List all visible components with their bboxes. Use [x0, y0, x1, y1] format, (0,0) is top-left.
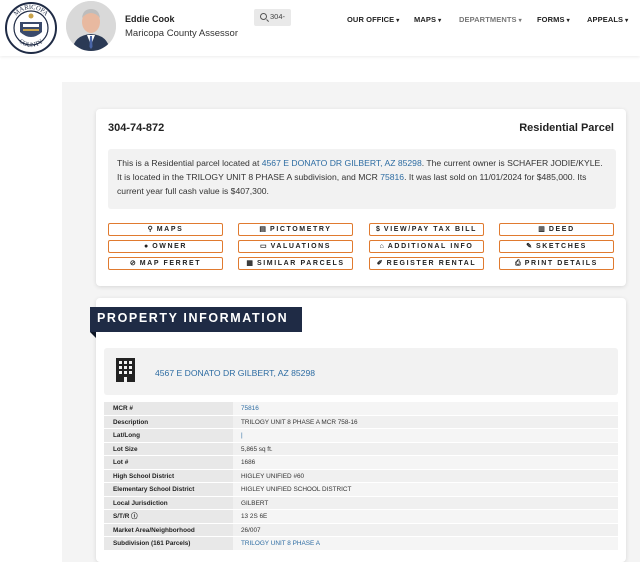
assessor-name: Eddie Cook — [125, 14, 175, 24]
valuations-button[interactable]: ▭ VALUATIONS — [238, 240, 353, 253]
table-row: High School District HIGLEY UNIFIED #60 — [104, 469, 618, 483]
parcel-number: 304-74-872 — [108, 122, 165, 134]
edit-icon: ✐ — [376, 260, 383, 267]
row-key: Local Jurisdiction — [104, 496, 233, 509]
nav-appeals[interactable]: APPEALS ▾ — [587, 15, 628, 24]
row-key: Lot Size — [104, 442, 233, 455]
additional-info-button[interactable]: ⌂ ADDITIONAL INFO — [369, 240, 484, 253]
map-ferret-button[interactable]: ⊘ MAP FERRET — [108, 257, 223, 270]
mcr-value-link[interactable]: 75816 — [233, 402, 618, 415]
document-icon: ▤ — [259, 226, 267, 233]
search-icon — [260, 13, 267, 20]
chevron-down-icon: ▾ — [566, 18, 570, 24]
property-address-box: 4567 E DONATO DR GILBERT, AZ 85298 — [104, 348, 618, 395]
parcel-description: This is a Residential parcel located at … — [108, 149, 616, 209]
row-key: Description — [104, 415, 233, 428]
print-icon: ⎙ — [515, 260, 521, 267]
property-information-heading: PROPERTY INFORMATION — [90, 307, 302, 332]
owner-button[interactable]: ● OWNER — [108, 240, 223, 253]
chevron-down-icon: ▾ — [518, 18, 522, 24]
table-row: Description TRILOGY UNIT 8 PHASE A MCR 75… — [104, 415, 618, 429]
table-row: Elementary School District HIGLEY UNIFIED… — [104, 483, 618, 497]
table-row: Market Area/Neighborhood 26/007 — [104, 523, 618, 537]
property-address-link[interactable]: 4567 E DONATO DR GILBERT, AZ 85298 — [155, 368, 315, 378]
chevron-down-icon: ▾ — [396, 18, 400, 24]
row-value: TRILOGY UNIT 8 PHASE A MCR 758-16 — [233, 415, 618, 428]
chevron-down-icon: ▾ — [438, 18, 442, 24]
compass-icon: ⊘ — [129, 260, 136, 267]
chevron-down-icon: ▾ — [625, 18, 629, 24]
money-icon: ▭ — [259, 243, 267, 250]
row-value: 5,865 sq ft. — [233, 442, 618, 455]
row-value: HIGLEY UNIFIED #60 — [233, 469, 618, 482]
property-info-table: MCR #75816 Description TRILOGY UNIT 8 PHA… — [104, 402, 618, 551]
subdivision-link[interactable]: TRILOGY UNIT 8 PHASE A — [233, 537, 618, 550]
table-row: Subdivision (161 Parcels) TRILOGY UNIT 8 … — [104, 537, 618, 551]
table-row: S/T/R ⓘ 13 2S 6E — [104, 510, 618, 524]
parcel-summary-card: 304-74-872 Residential Parcel This is a … — [96, 109, 626, 286]
pictometry-button[interactable]: ▤ PICTOMETRY — [238, 223, 353, 236]
table-row: Local Jurisdiction GILBERT — [104, 496, 618, 510]
search-input[interactable]: 304- — [254, 9, 291, 26]
row-value: GILBERT — [233, 496, 618, 509]
row-key: Subdivision (161 Parcels) — [104, 537, 233, 550]
row-value: 13 2S 6E — [233, 510, 618, 523]
lat-long-link[interactable]: | — [233, 429, 618, 442]
mcr-link[interactable]: 75816 — [380, 172, 404, 182]
view-pay-tax-bill-button[interactable]: $ VIEW/PAY TAX BILL — [369, 223, 484, 236]
address-link[interactable]: 4567 E DONATO DR GILBERT, AZ 85298 — [262, 158, 422, 168]
deed-icon: ▥ — [538, 226, 545, 233]
nav-departments[interactable]: DEPARTMENTS ▾ — [459, 15, 522, 24]
sketches-button[interactable]: ✎ SKETCHES — [499, 240, 614, 253]
search-value: 304- — [270, 12, 286, 21]
row-value: 1686 — [233, 456, 618, 469]
dollar-icon: $ — [376, 226, 380, 233]
assessor-avatar — [66, 1, 116, 51]
row-value: 26/007 — [233, 523, 618, 536]
table-row: MCR #75816 — [104, 402, 618, 416]
row-key: Lot # — [104, 456, 233, 469]
maps-button[interactable]: ⚲ MAPS — [108, 223, 223, 236]
building-icon — [116, 358, 135, 382]
map-pin-icon: ⚲ — [147, 226, 153, 233]
row-key: Elementary School District — [104, 483, 233, 496]
table-row: Lot Size 5,865 sq ft. — [104, 442, 618, 456]
register-rental-button[interactable]: ✐ REGISTER RENTAL — [369, 257, 484, 270]
sketch-icon: ✎ — [526, 243, 532, 250]
table-row: Lat/Long | — [104, 429, 618, 443]
row-value: HIGLEY UNIFIED SCHOOL DISTRICT — [233, 483, 618, 496]
row-key: Market Area/Neighborhood — [104, 523, 233, 536]
row-key: High School District — [104, 469, 233, 482]
row-key: S/T/R ⓘ — [104, 510, 233, 523]
print-details-button[interactable]: ⎙ PRINT DETAILS — [499, 257, 614, 270]
nav-our-office[interactable]: OUR OFFICE ▾ — [347, 15, 399, 24]
top-header: MARICOPA COUNTY Eddie Cook Maricopa Count… — [0, 0, 640, 56]
row-key: MCR # — [104, 402, 233, 415]
parcel-type: Residential Parcel — [519, 122, 614, 134]
bar-chart-icon: ▦ — [246, 260, 253, 267]
nav-forms[interactable]: FORMS ▾ — [537, 15, 570, 24]
nav-maps[interactable]: MAPS ▾ — [414, 15, 441, 24]
assessor-title: Maricopa County Assessor — [125, 28, 238, 39]
table-row: Lot #1686 — [104, 456, 618, 470]
user-icon: ● — [143, 243, 149, 250]
similar-parcels-button[interactable]: ▦ SIMILAR PARCELS — [238, 257, 353, 270]
row-key: Lat/Long — [104, 429, 233, 442]
county-seal-logo[interactable]: MARICOPACOUNTY — [4, 2, 58, 54]
deed-button[interactable]: ▥ DEED — [499, 223, 614, 236]
banner-fold-decoration — [90, 332, 96, 338]
home-icon: ⌂ — [379, 243, 384, 250]
